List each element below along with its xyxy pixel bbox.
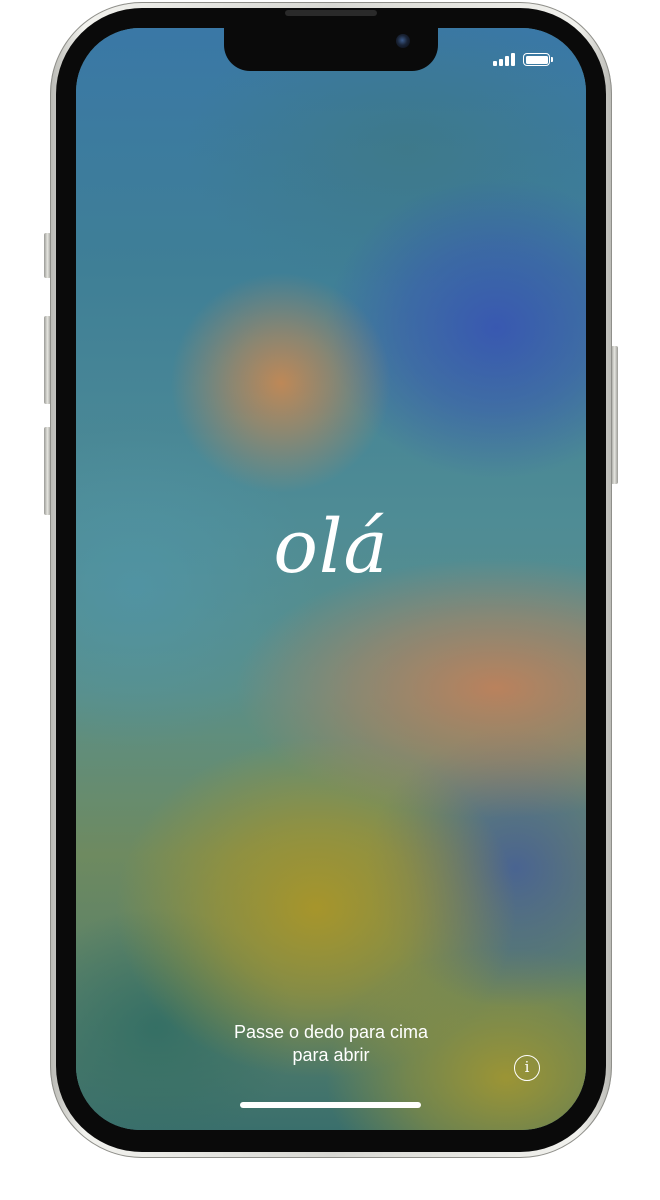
device-mockup: olá Passe o dedo para cima para abrir i [0, 0, 660, 1200]
side-power-button [611, 346, 618, 484]
notch [224, 28, 438, 71]
front-camera-icon [396, 34, 410, 48]
swipe-up-hint: Passe o dedo para cima para abrir [76, 1021, 586, 1067]
info-icon[interactable]: i [514, 1055, 540, 1081]
battery-level-fill [525, 55, 548, 64]
home-indicator[interactable] [240, 1102, 421, 1108]
swipe-hint-line-2: para abrir [292, 1045, 370, 1065]
earpiece-speaker [285, 10, 377, 16]
battery-icon [523, 53, 553, 66]
greeting-text: olá [273, 504, 389, 590]
lock-screen: olá Passe o dedo para cima para abrir i [76, 28, 586, 1130]
cellular-signal-icon [493, 53, 515, 66]
swipe-hint-line-1: Passe o dedo para cima [233, 1022, 429, 1042]
status-bar [493, 53, 553, 66]
